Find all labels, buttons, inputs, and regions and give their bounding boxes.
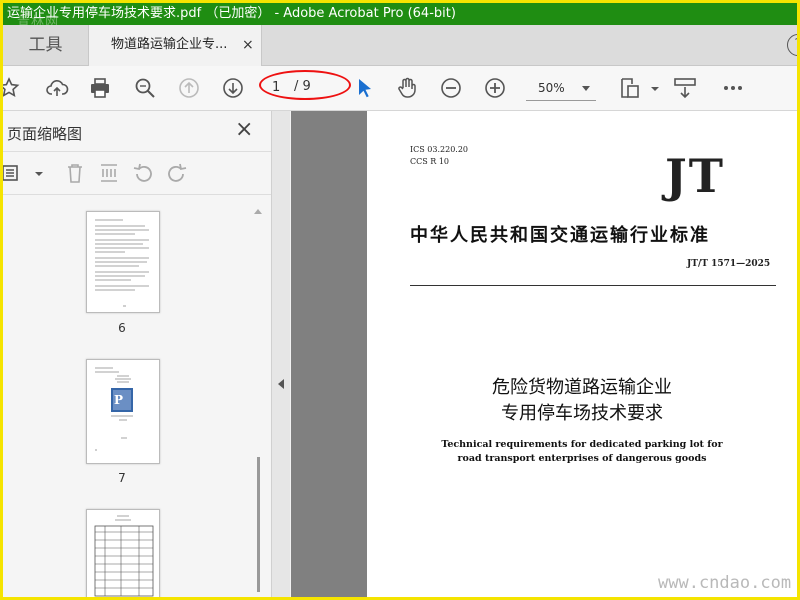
page-fit-dropdown-icon[interactable] [643, 76, 659, 100]
next-page-icon[interactable] [221, 76, 245, 100]
rotate-left-icon[interactable] [131, 161, 155, 185]
window-title: 运输企业专用停车场技术要求.pdf （已加密） - Adobe Acrobat … [7, 6, 456, 21]
page-fit-icon[interactable] [618, 76, 642, 100]
search-icon[interactable] [133, 76, 157, 100]
previous-page-icon[interactable] [177, 76, 201, 100]
watermark-bottom: www.cndao.com [658, 573, 792, 593]
thumbnail-page-number: 6 [118, 321, 126, 335]
ccs-code: CCS R 10 [410, 157, 450, 166]
divider [410, 285, 776, 286]
page-thumbnail[interactable] [86, 509, 160, 597]
print-icon[interactable] [88, 76, 112, 100]
help-icon[interactable]: ? [787, 34, 797, 56]
zoom-value: 50% [538, 81, 565, 95]
page-total: / 9 [294, 79, 311, 94]
collapse-arrow-icon[interactable] [278, 379, 284, 389]
toolbar: / 9 50% [3, 66, 797, 111]
thumbnail-page-number: 7 [118, 471, 126, 485]
thumbnail-panel-title: 页面缩略图 [7, 125, 83, 143]
thumbnail-list: 6 P 7 [3, 207, 265, 597]
chevron-down-icon[interactable] [27, 161, 43, 185]
svg-text:P: P [114, 393, 123, 407]
document-title-en-line1: Technical requirements for dedicated par… [441, 439, 723, 450]
jt-logo: JT [665, 149, 725, 203]
tab-document[interactable]: 物道路运输企业专... × [88, 25, 262, 66]
document-title-cn-line1: 危险货物道路运输企业 [492, 377, 672, 398]
scroll-mode-icon[interactable] [673, 76, 697, 100]
page-thumbnail[interactable] [86, 211, 160, 313]
close-icon[interactable]: × [235, 117, 253, 142]
chevron-down-icon [582, 86, 590, 91]
document-page: ICS 03.220.20 CCS R 10 JT 中华人民共和国交通运输行业标… [367, 111, 797, 597]
thumbnail-scrollbar[interactable] [253, 207, 263, 597]
thumbnail-panel: 页面缩略图 × 6 P 7 [3, 111, 272, 597]
document-title-cn-line2: 专用停车场技术要求 [501, 403, 663, 424]
more-options-icon[interactable] [721, 76, 745, 100]
zoom-out-icon[interactable] [439, 76, 463, 100]
scrollbar-thumb[interactable] [257, 457, 260, 592]
delete-page-icon[interactable] [63, 161, 87, 185]
tab-document-label: 物道路运输企业专... [111, 37, 228, 52]
bookmark-star-icon[interactable] [3, 76, 21, 100]
thumbnail-options-icon[interactable] [3, 161, 23, 185]
document-viewer: ICS 03.220.20 CCS R 10 JT 中华人民共和国交通运输行业标… [291, 111, 797, 597]
insert-page-icon[interactable] [97, 161, 121, 185]
ics-code: ICS 03.220.20 [410, 145, 469, 154]
standard-title: 中华人民共和国交通运输行业标准 [410, 225, 710, 246]
document-title-en-line2: road transport enterprises of dangerous … [457, 453, 707, 464]
thumbnail-toolbar [3, 151, 271, 195]
page-number-box: / 9 [264, 76, 350, 100]
page-thumbnail[interactable]: P [86, 359, 160, 464]
scroll-up-arrow-icon[interactable] [254, 209, 262, 214]
zoom-in-icon[interactable] [483, 76, 507, 100]
tab-tools[interactable]: 工具 [3, 25, 88, 65]
tab-close-button[interactable]: × [242, 25, 254, 65]
zoom-select[interactable]: 50% [526, 76, 596, 101]
select-cursor-icon[interactable] [353, 76, 377, 100]
hand-tool-icon[interactable] [395, 76, 419, 100]
panel-collapse-bar[interactable] [272, 111, 290, 597]
rotate-right-icon[interactable] [165, 161, 189, 185]
cloud-upload-icon[interactable] [45, 76, 69, 100]
tab-bar: 工具 物道路运输企业专... × ? [3, 25, 797, 66]
title-bar: 运输企业专用停车场技术要求.pdf （已加密） - Adobe Acrobat … [3, 3, 797, 25]
app-window: 运输企业专用停车场技术要求.pdf （已加密） - Adobe Acrobat … [0, 0, 800, 600]
standard-code: JT/T 1571—2025 [687, 259, 771, 269]
